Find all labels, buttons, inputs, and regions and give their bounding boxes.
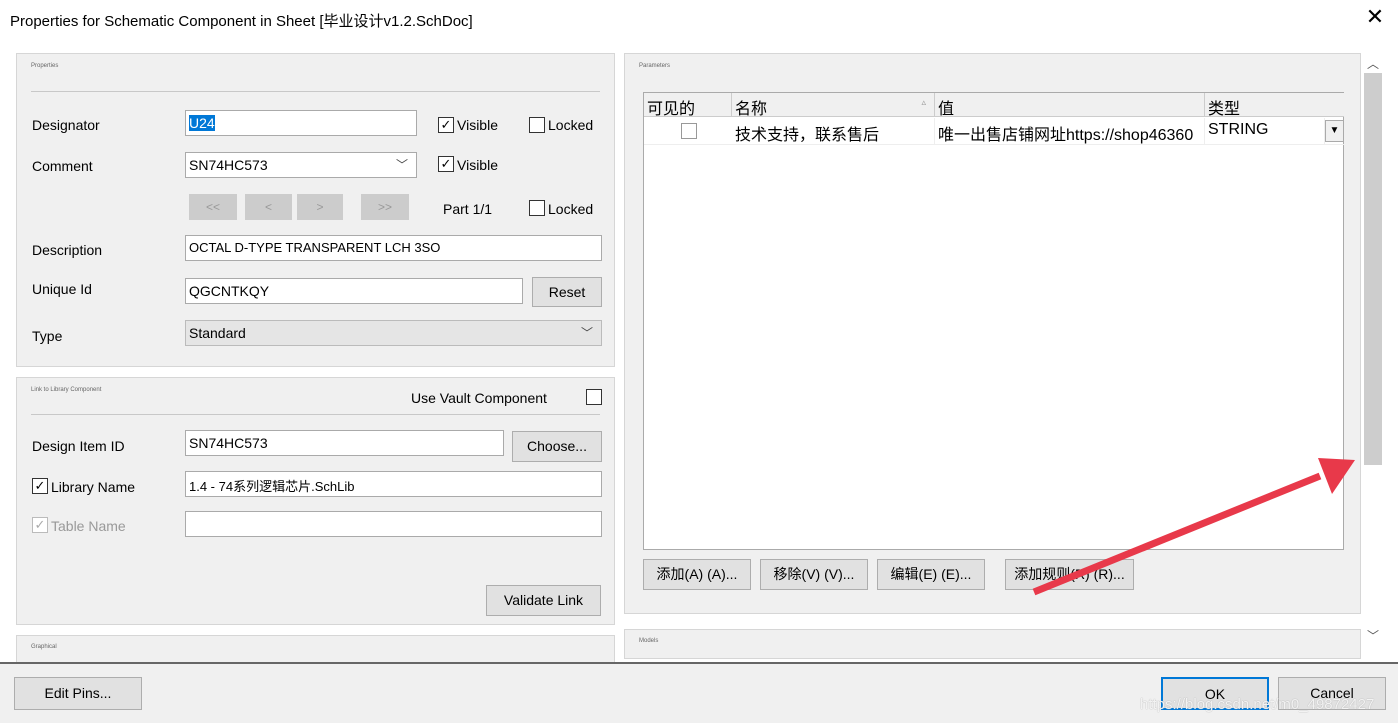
unique-id-input[interactable]: QGCNTKQY	[185, 278, 523, 304]
window-title: Properties for Schematic Component in Sh…	[10, 13, 473, 30]
design-item-id-label: Design Item ID	[32, 438, 125, 454]
close-icon[interactable]: ✕	[1362, 4, 1388, 30]
library-name-label: Library Name	[51, 479, 136, 495]
scroll-up-icon[interactable]: ︿	[1367, 55, 1379, 72]
designator-locked-checkbox[interactable]	[529, 117, 545, 133]
library-panel: Link to Library Component Use Vault Comp…	[16, 377, 615, 625]
prev-part-button[interactable]: <	[245, 194, 292, 220]
section-caption: Link to Library Component	[31, 387, 102, 393]
locked-label: Locked	[548, 117, 594, 133]
library-name-checkbox[interactable]: ✓	[32, 478, 48, 494]
watermark: https://blog.csdn.net/m0_49872427	[1140, 696, 1375, 713]
design-item-id-input[interactable]: SN74HC573	[185, 430, 504, 456]
table-name-label: Table Name	[51, 518, 126, 534]
type-select[interactable]: Standard ﹀	[185, 320, 602, 346]
visible-label: Visible	[457, 157, 498, 173]
table-row[interactable]: 技术支持，联系售后 唯一出售店铺网址https://shop46360 STRI…	[644, 118, 1344, 145]
table-name-input[interactable]	[185, 511, 602, 537]
row-name: 技术支持，联系售后	[732, 118, 935, 144]
visible-label: Visible	[457, 117, 498, 133]
comment-label: Comment	[32, 158, 93, 174]
divider	[31, 91, 600, 92]
first-part-button[interactable]: <<	[189, 194, 237, 220]
properties-panel: Properties Designator U24 ✓ Visible Lock…	[16, 53, 615, 367]
library-name-input[interactable]: 1.4 - 74系列逻辑芯片.SchLib	[185, 471, 602, 497]
column-header-value[interactable]: 值	[935, 93, 1205, 118]
validate-link-button[interactable]: Validate Link	[486, 585, 601, 616]
remove-parameter-button[interactable]: 移除(V) (V)...	[760, 559, 868, 590]
dialog-footer: Edit Pins... OK Cancel https://blog.csdn…	[0, 662, 1398, 723]
designator-visible-checkbox[interactable]: ✓	[438, 117, 454, 133]
type-label: Type	[32, 328, 63, 344]
graphical-panel: Graphical	[16, 635, 615, 665]
divider	[31, 414, 600, 415]
column-header-type[interactable]: 类型	[1205, 93, 1344, 118]
reset-button[interactable]: Reset	[532, 277, 602, 307]
chevron-down-icon: ﹀	[395, 158, 408, 172]
type-dropdown-icon[interactable]: ▼	[1325, 120, 1344, 142]
designator-input[interactable]: U24	[185, 110, 417, 136]
designator-value: U24	[189, 115, 215, 131]
annotation-arrow	[1032, 458, 1355, 596]
row-value: 唯一出售店铺网址https://shop46360	[935, 118, 1205, 144]
section-caption: Properties	[31, 63, 59, 69]
table-name-checkbox: ✓	[32, 517, 48, 533]
comment-value: SN74HC573	[189, 157, 268, 173]
designator-label: Designator	[32, 117, 100, 133]
choose-button[interactable]: Choose...	[512, 431, 602, 462]
column-header-visible[interactable]: 可见的	[644, 93, 732, 118]
use-vault-checkbox[interactable]	[586, 389, 602, 405]
unique-id-label: Unique Id	[32, 281, 92, 297]
last-part-button[interactable]: >>	[361, 194, 409, 220]
models-panel: Models	[624, 629, 1361, 659]
use-vault-label: Use Vault Component	[411, 390, 547, 406]
add-parameter-button[interactable]: 添加(A) (A)...	[643, 559, 751, 590]
part-label: Part 1/1	[443, 201, 493, 217]
comment-visible-checkbox[interactable]: ✓	[438, 156, 454, 172]
column-header-label: 名称	[735, 101, 768, 118]
part-locked-checkbox[interactable]	[529, 200, 545, 216]
edit-pins-button[interactable]: Edit Pins...	[14, 677, 142, 710]
description-input[interactable]: OCTAL D-TYPE TRANSPARENT LCH 3SO	[185, 235, 602, 261]
section-caption: Graphical	[31, 644, 57, 650]
column-header-name[interactable]: 名称 ▵	[732, 93, 935, 118]
edit-parameter-button[interactable]: 编辑(E) (E)...	[877, 559, 985, 590]
section-caption: Models	[639, 638, 659, 644]
chevron-down-icon: ﹀	[580, 326, 593, 340]
row-visible-checkbox[interactable]	[681, 123, 697, 139]
description-label: Description	[32, 242, 103, 258]
row-type: STRING	[1205, 118, 1325, 144]
comment-combobox[interactable]: SN74HC573 ﹀	[185, 152, 417, 178]
scroll-down-icon[interactable]: ﹀	[1367, 627, 1379, 644]
section-caption: Parameters	[639, 63, 671, 69]
type-value: Standard	[189, 325, 246, 341]
locked-label: Locked	[548, 201, 594, 217]
next-part-button[interactable]: >	[297, 194, 343, 220]
sort-ascending-icon: ▵	[921, 97, 926, 107]
scrollbar-thumb[interactable]	[1364, 73, 1382, 465]
